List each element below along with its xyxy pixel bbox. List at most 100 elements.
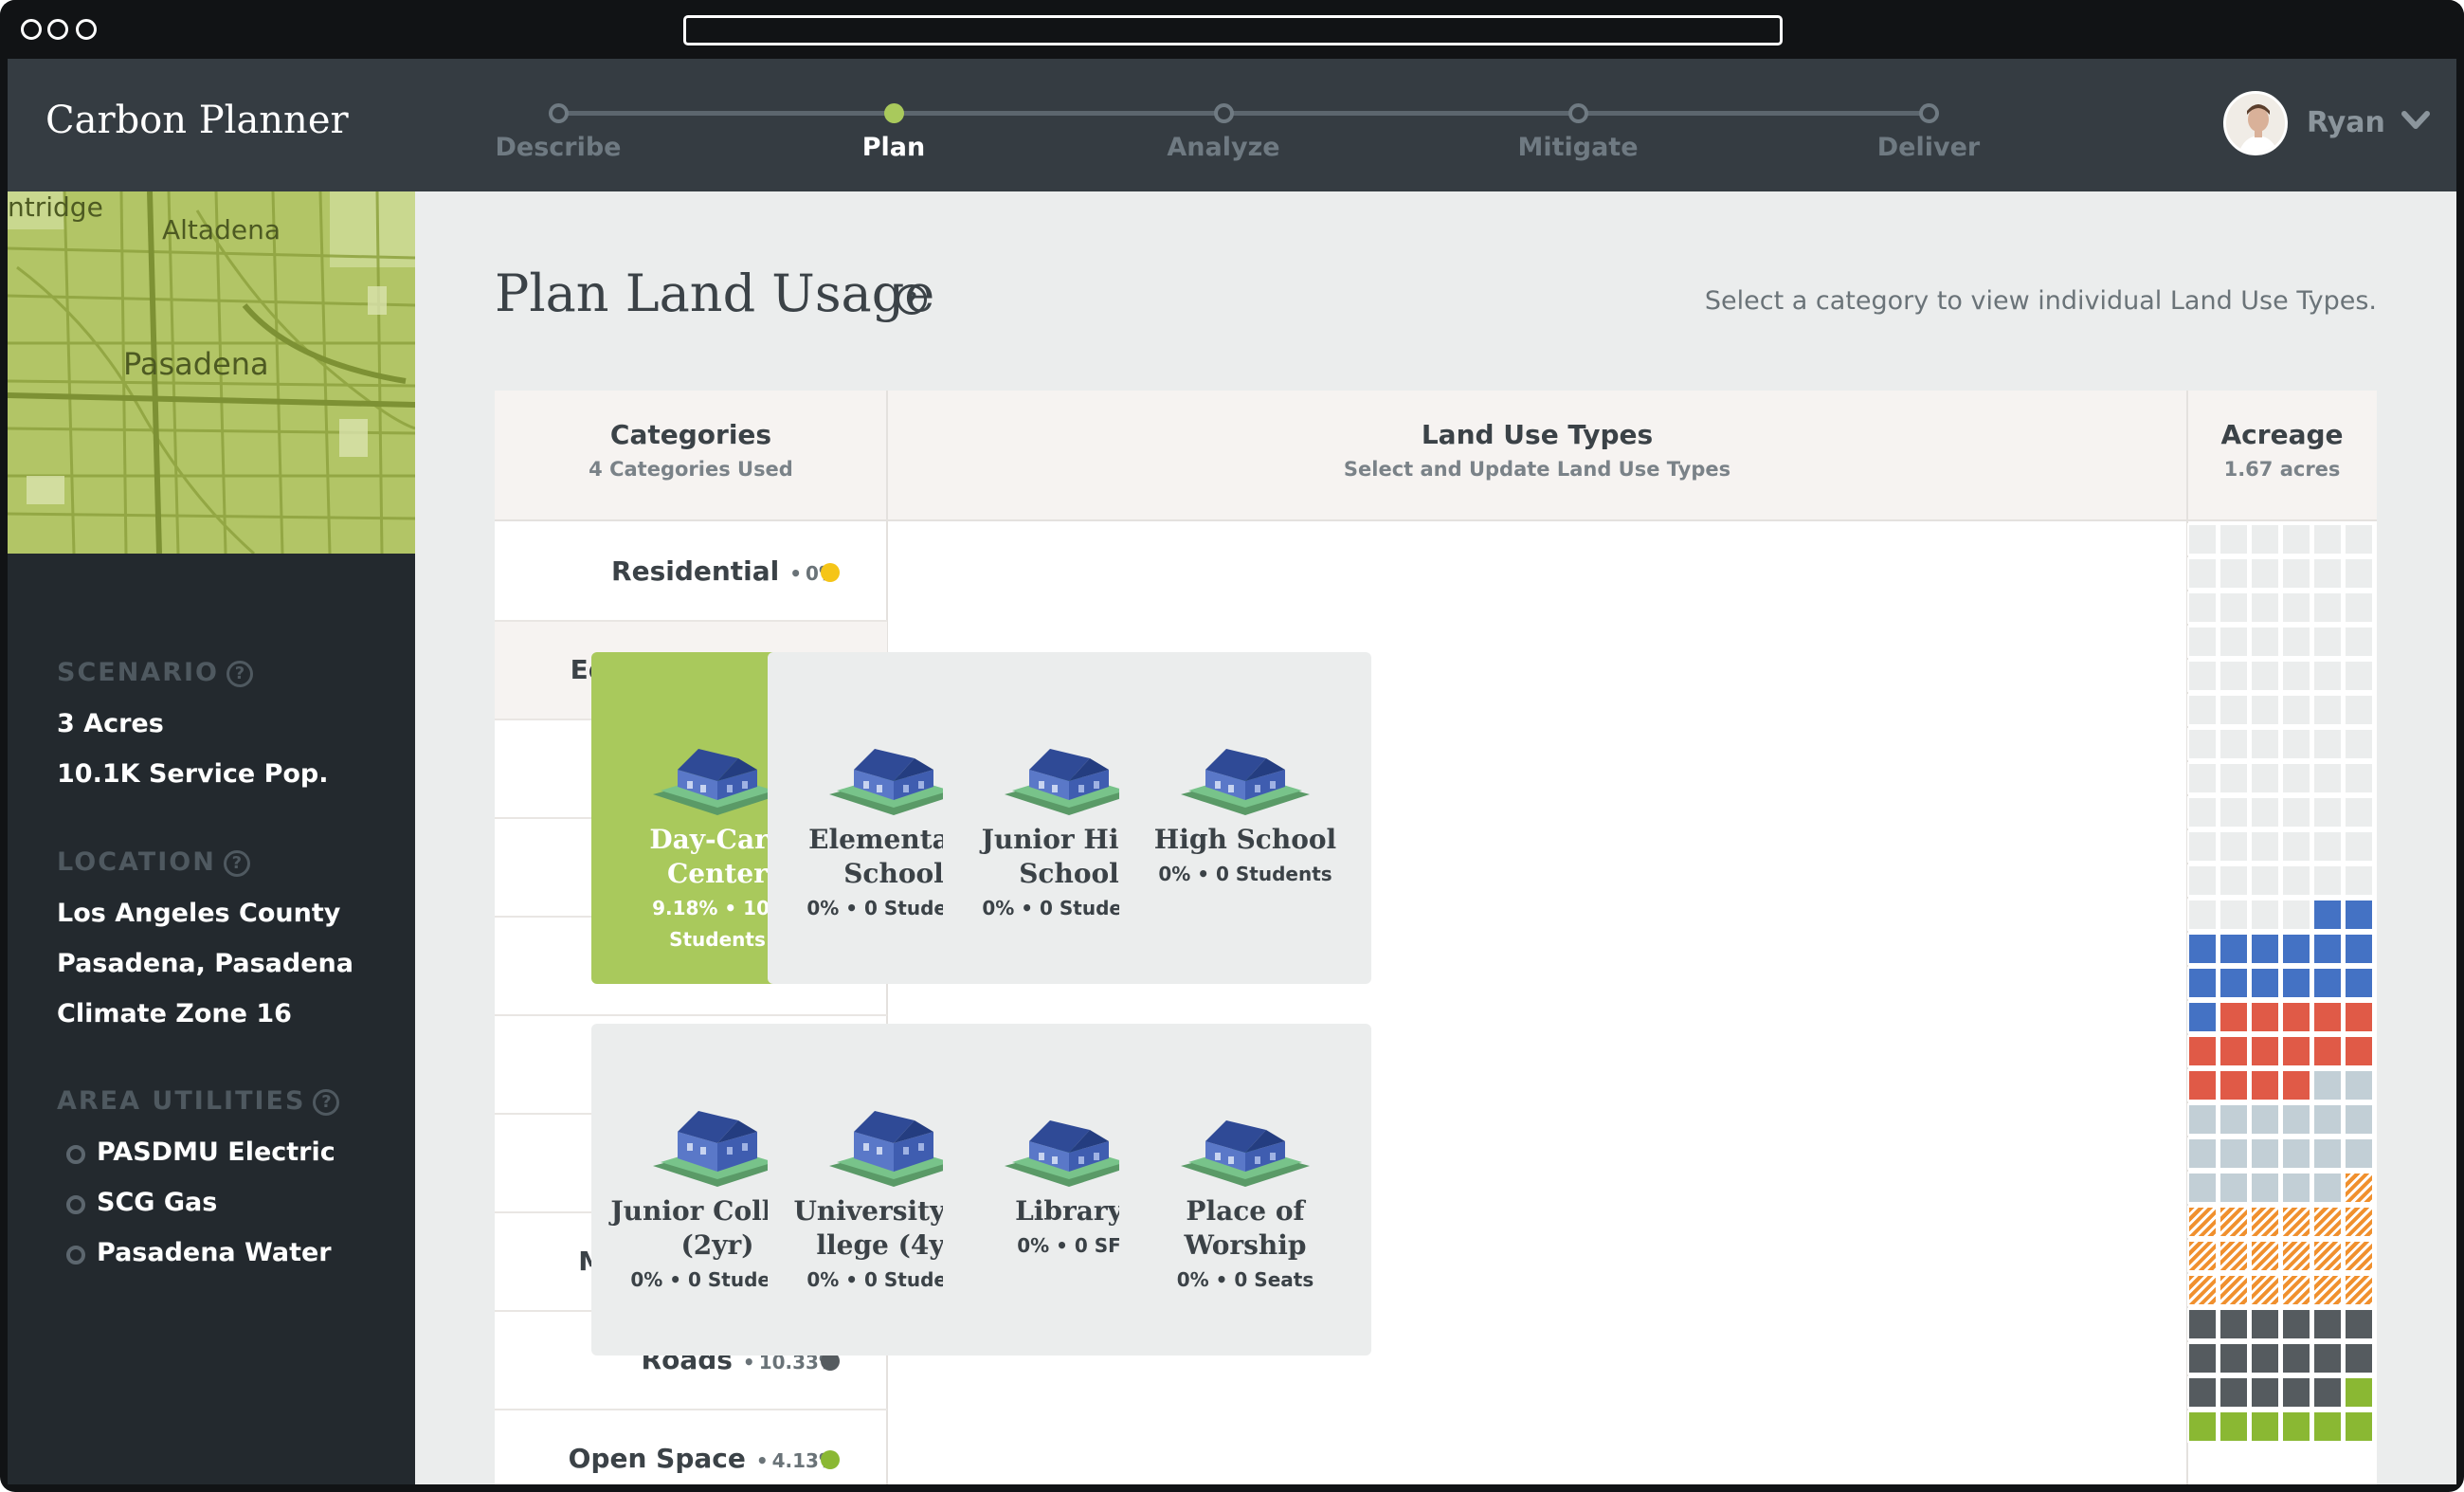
utility-item[interactable]: PASDMU Electric — [97, 1137, 335, 1167]
acreage-cell-empty — [2344, 660, 2374, 692]
step-connector — [1223, 111, 1578, 116]
acreage-cell-educational — [2187, 967, 2218, 999]
acreage-cell-roads — [2187, 1376, 2218, 1409]
step-mitigate[interactable]: Mitigate — [1464, 133, 1692, 162]
land-use-name-line: Place of — [1186, 1195, 1305, 1227]
acreage-cell-mixed — [2250, 1240, 2280, 1272]
acreage-cell-parking — [2250, 1137, 2280, 1170]
scenario-heading: SCENARIO? — [57, 658, 253, 687]
acreage-cell-retail — [2187, 1035, 2218, 1067]
acreage-cell-empty — [2250, 523, 2280, 555]
acreage-cell-educational — [2219, 933, 2249, 965]
user-name[interactable]: Ryan — [2307, 106, 2385, 139]
step-dot-analyze[interactable] — [1214, 103, 1234, 123]
acreage-cell-roads — [2187, 1308, 2218, 1340]
acreage-cell-empty — [2219, 557, 2249, 590]
window-close-button[interactable] — [21, 19, 42, 40]
acreage-cell-parking — [2312, 1069, 2343, 1101]
window-minimize-button[interactable] — [47, 19, 68, 40]
step-dot-mitigate[interactable] — [1568, 103, 1588, 123]
step-analyze[interactable]: Analyze — [1110, 133, 1337, 162]
window-titlebar — [0, 0, 2464, 59]
help-icon[interactable]: ? — [226, 661, 253, 687]
window-maximize-button[interactable] — [76, 19, 97, 40]
acreage-cell-parking — [2219, 1137, 2249, 1170]
acreage-cell-empty — [2281, 864, 2311, 897]
acreage-cell-retail — [2281, 1035, 2311, 1067]
acreage-cell-roads — [2250, 1376, 2280, 1409]
acreage-cell-roads — [2281, 1376, 2311, 1409]
land-use-card-place-of-worship[interactable]: Place of Worship 0% • 0 Seats — [1119, 1024, 1371, 1356]
avatar[interactable] — [2223, 91, 2288, 155]
acreage-cell-empty — [2344, 591, 2374, 624]
college-icon — [827, 1103, 960, 1192]
acreage-cell-empty — [2281, 728, 2311, 760]
category-open-space[interactable]: Open Space • 4.13% — [495, 1410, 887, 1484]
acreage-cell-empty — [2187, 557, 2218, 590]
category-residential[interactable]: Residential •0% — [495, 523, 887, 622]
small-school-icon — [827, 732, 960, 821]
page-title: Plan Land Usage — [495, 264, 935, 323]
step-plan[interactable]: Plan — [780, 133, 1007, 162]
location-map[interactable]: ntridge Altadena Pasadena — [8, 191, 415, 554]
color-dot-icon — [821, 1450, 840, 1469]
acreage-cell-retail — [2187, 1069, 2218, 1101]
acreage-cell-educational — [2250, 967, 2280, 999]
utility-radio-icon[interactable] — [66, 1145, 85, 1164]
help-icon[interactable]: ? — [313, 1089, 340, 1116]
utility-radio-icon[interactable] — [66, 1246, 85, 1265]
acreage-cell-mixed — [2344, 1172, 2374, 1204]
acreage-cell-open — [2344, 1376, 2374, 1409]
acreage-cell-mixed — [2187, 1274, 2218, 1306]
step-dot-deliver[interactable] — [1919, 103, 1939, 123]
utility-radio-icon[interactable] — [66, 1195, 85, 1214]
acreage-cell-empty — [2312, 626, 2343, 658]
acreage-cell-empty — [2312, 830, 2343, 863]
land-use-name: Place of Worship — [1119, 1194, 1371, 1263]
utility-item[interactable]: Pasadena Water — [97, 1238, 332, 1267]
step-dot-plan[interactable] — [884, 103, 904, 123]
chevron-down-icon[interactable] — [2401, 110, 2430, 131]
acreage-cell-open — [2344, 1410, 2374, 1443]
college-icon — [651, 1103, 784, 1192]
acreage-cell-parking — [2187, 1172, 2218, 1204]
acreage-cell-mixed — [2344, 1274, 2374, 1306]
acreage-cell-empty — [2250, 864, 2280, 897]
acreage-cell-empty — [2187, 591, 2218, 624]
step-dot-describe[interactable] — [549, 103, 569, 123]
acreage-cell-empty — [2344, 694, 2374, 726]
help-icon[interactable]: ? — [223, 850, 250, 877]
utilities-heading: AREA UTILITIES? — [57, 1086, 340, 1116]
address-bar[interactable] — [683, 15, 1783, 45]
acreage-cell-educational — [2250, 933, 2280, 965]
utility-item[interactable]: SCG Gas — [97, 1188, 217, 1217]
acreage-cell-mixed — [2219, 1206, 2249, 1238]
category-name: Residential — [611, 555, 780, 587]
category-name: Open Space — [568, 1443, 746, 1474]
acreage-cell-empty — [2281, 626, 2311, 658]
land-use-name-line: High School — [1153, 824, 1337, 855]
acreage-cell-mixed — [2250, 1274, 2280, 1306]
library-icon — [1003, 1103, 1135, 1192]
acreage-cell-roads — [2219, 1376, 2249, 1409]
acreage-cell-empty — [2250, 762, 2280, 794]
acreage-cell-mixed — [2281, 1206, 2311, 1238]
acreage-cell-retail — [2281, 1069, 2311, 1101]
acreage-cell-retail — [2219, 1069, 2249, 1101]
acreage-cell-empty — [2281, 830, 2311, 863]
acreage-cell-empty — [2281, 557, 2311, 590]
acreage-cell-empty — [2187, 694, 2218, 726]
acreage-cell-retail — [2281, 1001, 2311, 1033]
step-deliver[interactable]: Deliver — [1815, 133, 2042, 162]
land-use-card-high-school[interactable]: High School 0% • 0 Students — [1119, 652, 1371, 984]
category-separator: • — [749, 1449, 769, 1472]
step-describe[interactable]: Describe — [444, 133, 672, 162]
acreage-cell-empty — [2250, 796, 2280, 828]
acreage-cell-empty — [2344, 864, 2374, 897]
app-brand[interactable]: Carbon Planner — [45, 99, 349, 142]
acreage-cell-roads — [2219, 1342, 2249, 1374]
acreage-cell-empty — [2312, 796, 2343, 828]
acreage-cell-roads — [2250, 1342, 2280, 1374]
acreage-cell-open — [2281, 1410, 2311, 1443]
help-icon[interactable]: ? — [897, 284, 927, 315]
